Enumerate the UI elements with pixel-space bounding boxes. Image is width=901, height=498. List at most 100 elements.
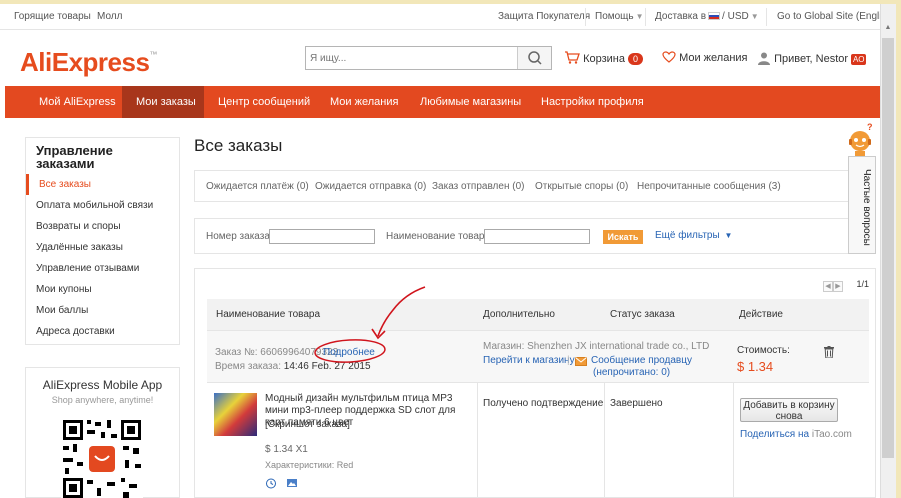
search-orders-button[interactable]: Искать	[603, 230, 643, 244]
mall-link[interactable]: Молл	[97, 11, 122, 22]
nav-message-center[interactable]: Центр сообщений	[204, 86, 324, 118]
divider: |	[567, 355, 570, 366]
go-to-store-link[interactable]: Перейти к магазину	[483, 355, 575, 366]
buyer-protection-link[interactable]: Защита Покупателя	[498, 11, 590, 22]
orders-sidebar: Управление заказами Все заказы Оплата мо…	[25, 137, 180, 345]
sidebar-item-mobile-payment[interactable]: Оплата мобильной связи	[26, 195, 179, 216]
share-prefix: Поделиться на	[740, 429, 810, 440]
orders-panel: ◀ ▶ 1/1 Наименование товара Дополнительно…	[194, 268, 876, 498]
more-filters-label: Ещё фильтры	[655, 230, 720, 241]
chevron-down-icon: ▼	[635, 12, 644, 21]
product-name-label: Наименование товара:	[386, 231, 493, 242]
user-badge: АО	[851, 54, 867, 65]
order-time: 14:46 Feb. 27 2015	[283, 361, 371, 372]
product-name-input[interactable]	[484, 229, 590, 244]
order-filters: Номер заказа: Наименование товара: Искат…	[194, 218, 876, 254]
tab-awaiting-shipment[interactable]: Ожидается отправка (0)	[315, 181, 426, 192]
sidebar-item-feedback[interactable]: Управление отзывами	[26, 258, 179, 279]
order-status: Завершено	[610, 398, 663, 409]
global-site-link[interactable]: Go to Global Site (English)	[777, 11, 895, 22]
order-number-label: Заказ №:	[215, 347, 258, 358]
cart-count-badge: 0	[627, 53, 643, 65]
scroll-up-icon[interactable]: ▲	[883, 24, 893, 31]
order-number-text: Заказ №: 66069964079323	[215, 347, 338, 358]
share-site: iTao.com	[811, 429, 852, 440]
envelope-icon	[575, 357, 587, 366]
col-action: Действие	[739, 309, 783, 320]
sidebar-item-addresses[interactable]: Адреса доставки	[26, 321, 179, 342]
store-label: Магазин:	[483, 341, 525, 352]
user-icon	[758, 52, 770, 65]
column-divider	[733, 383, 734, 498]
nav-profile-settings[interactable]: Настройки профиля	[527, 86, 658, 118]
product-price-qty: $ 1.34 X1	[265, 444, 308, 455]
col-additional: Дополнительно	[483, 309, 555, 320]
message-seller-link[interactable]: Сообщение продавцу	[591, 355, 692, 366]
additional-status: Получено подтверждение	[483, 398, 604, 409]
order-cost: $ 1.34	[737, 359, 774, 374]
qr-code-icon[interactable]	[61, 418, 143, 498]
search-input[interactable]	[306, 47, 516, 69]
prev-page-icon[interactable]: ◀	[823, 281, 833, 292]
chevron-down-icon: ▼	[724, 231, 733, 240]
share-link[interactable]: Поделиться на iTao.com	[740, 429, 852, 440]
cart-link[interactable]: Корзина 0	[564, 51, 643, 65]
tab-awaiting-payment[interactable]: Ожидается платёж (0)	[206, 181, 309, 192]
page-count: 1/1	[856, 279, 869, 289]
hot-products-link[interactable]: Горящие товары	[14, 11, 91, 22]
faq-widget[interactable]: ? Частые вопросы	[847, 122, 877, 254]
russia-flag-icon	[708, 12, 721, 20]
ship-to-menu[interactable]: Доставка в / USD ▼	[655, 11, 759, 22]
wishlist-label: Мои желания	[679, 52, 748, 64]
user-greeting: Привет, Nestor	[774, 53, 849, 65]
help-menu[interactable]: Помощь ▼	[595, 11, 644, 22]
product-thumbnail[interactable]	[214, 393, 257, 436]
sidebar-menu: Все заказы Оплата мобильной связи Возвра…	[26, 174, 179, 342]
sidebar-item-coupons[interactable]: Мои купоны	[26, 279, 179, 300]
nav-my-wishlist[interactable]: Мои желания	[316, 86, 412, 118]
mobile-app-subtitle: Shop anywhere, anytime!	[51, 395, 154, 405]
order-details-link[interactable]: Подробнее	[323, 347, 375, 358]
main-nav: Мой AliExpress Мои заказы Центр сообщени…	[5, 86, 880, 118]
more-filters-link[interactable]: Ещё фильтры ▼	[655, 230, 732, 241]
user-menu[interactable]: Привет, Nestor АО	[757, 51, 867, 65]
store-name: Shenzhen JX international trade co., LTD	[527, 341, 710, 352]
nav-favorite-stores[interactable]: Любимые магазины	[406, 86, 535, 118]
currency-label: USD	[727, 11, 749, 22]
tab-unread-messages[interactable]: Непрочитанные сообщения (3)	[637, 181, 781, 192]
order-number-input[interactable]	[269, 229, 375, 244]
trash-icon[interactable]	[824, 346, 834, 358]
tab-shipped[interactable]: Заказ отправлен (0)	[432, 181, 524, 192]
column-divider	[604, 383, 605, 498]
aliexpress-logo[interactable]: AliExpress™	[20, 47, 157, 78]
mobile-app-title: AliExpress Mobile App	[42, 378, 163, 392]
next-page-icon[interactable]: ▶	[833, 281, 843, 292]
order-snapshot-link[interactable]: [Скриншот заказа]	[265, 419, 350, 430]
tab-open-disputes[interactable]: Открытые споры (0)	[535, 181, 628, 192]
order-header-row: Заказ №: 66069964079323 Подробнее Время …	[207, 331, 869, 383]
order-time-text: Время заказа: 14:46 Feb. 27 2015	[215, 361, 371, 372]
sidebar-item-points[interactable]: Мои баллы	[26, 300, 179, 321]
mobile-app-promo: AliExpress Mobile App Shop anywhere, any…	[25, 367, 180, 498]
faq-label: Частые вопросы	[861, 168, 872, 246]
help-label: Помощь	[595, 11, 634, 22]
col-product: Наименование товара	[216, 309, 321, 320]
col-status: Статус заказа	[610, 309, 675, 320]
nav-my-orders[interactable]: Мои заказы	[122, 86, 204, 118]
sidebar-item-deleted-orders[interactable]: Удалённые заказы	[26, 237, 179, 258]
sidebar-title: Управление заказами	[36, 143, 113, 171]
nav-my-aliexpress[interactable]: Мой AliExpress	[25, 86, 130, 118]
scrollbar-thumb[interactable]	[882, 38, 894, 458]
cart-label: Корзина	[583, 53, 625, 65]
divider	[766, 8, 767, 26]
product-characteristics: Характеристики: Red	[265, 460, 354, 470]
add-to-cart-again-button[interactable]: Добавить в корзину снова	[740, 398, 838, 422]
wishlist-link[interactable]: Мои желания	[662, 51, 748, 64]
sidebar-item-all-orders[interactable]: Все заказы	[26, 174, 179, 195]
unread-count: (непрочитано: 0)	[593, 367, 671, 378]
pager: ◀ ▶	[823, 279, 845, 292]
divider	[585, 8, 586, 26]
sidebar-item-returns-disputes[interactable]: Возвраты и споры	[26, 216, 179, 237]
search-button[interactable]	[517, 47, 551, 69]
product-icons	[265, 477, 305, 489]
